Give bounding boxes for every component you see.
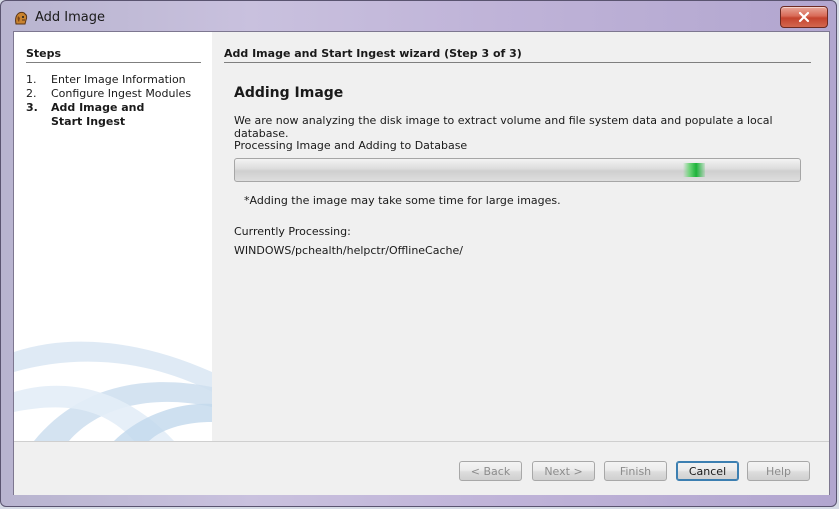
step-item: 1. Enter Image Information bbox=[26, 73, 206, 87]
steps-panel: Steps 1. Enter Image Information 2. Conf… bbox=[14, 32, 212, 441]
close-icon bbox=[798, 8, 810, 27]
steps-header: Steps bbox=[26, 47, 201, 63]
current-path-text: WINDOWS/pchealth/helpctr/OfflineCache/ bbox=[234, 244, 463, 257]
add-image-window: Add Image Steps 1. Enter Image Informati… bbox=[0, 0, 837, 507]
description-text: We are now analyzing the disk image to e… bbox=[234, 114, 773, 140]
dog-head-icon bbox=[13, 10, 29, 26]
step-item: 2. Configure Ingest Modules bbox=[26, 87, 206, 101]
steps-list: 1. Enter Image Information 2. Configure … bbox=[26, 73, 206, 129]
title-bar[interactable]: Add Image bbox=[1, 1, 836, 33]
back-button[interactable]: < Back bbox=[459, 461, 522, 481]
cancel-button[interactable]: Cancel bbox=[676, 461, 739, 481]
progress-label: Processing Image and Adding to Database bbox=[234, 139, 468, 152]
wizard-header: Add Image and Start Ingest wizard (Step … bbox=[224, 47, 811, 63]
step-number: 1. bbox=[26, 73, 37, 86]
note-text: *Adding the image may take some time for… bbox=[244, 194, 561, 207]
button-bar: < Back Next > Finish Cancel Help bbox=[14, 441, 829, 495]
step-label: Configure Ingest Modules bbox=[51, 87, 192, 100]
help-button[interactable]: Help bbox=[747, 461, 810, 481]
decorative-swoosh-graphic bbox=[14, 341, 212, 441]
step-item-active: 3. Add Image and Start Ingest bbox=[26, 101, 206, 129]
progress-bar bbox=[234, 158, 801, 182]
wizard-content-panel: Add Image and Start Ingest wizard (Step … bbox=[212, 32, 829, 441]
currently-processing-label: Currently Processing: bbox=[234, 225, 351, 238]
finish-button[interactable]: Finish bbox=[604, 461, 667, 481]
step-label: Add Image and Start Ingest bbox=[51, 101, 145, 128]
dialog-body: Steps 1. Enter Image Information 2. Conf… bbox=[13, 31, 830, 495]
step-label: Enter Image Information bbox=[51, 73, 186, 86]
window-title: Add Image bbox=[35, 10, 106, 25]
progress-indicator bbox=[683, 163, 705, 177]
page-title: Adding Image bbox=[234, 85, 344, 101]
next-button[interactable]: Next > bbox=[532, 461, 595, 481]
step-number: 3. bbox=[26, 101, 38, 114]
close-button[interactable] bbox=[780, 6, 828, 28]
step-number: 2. bbox=[26, 87, 37, 100]
